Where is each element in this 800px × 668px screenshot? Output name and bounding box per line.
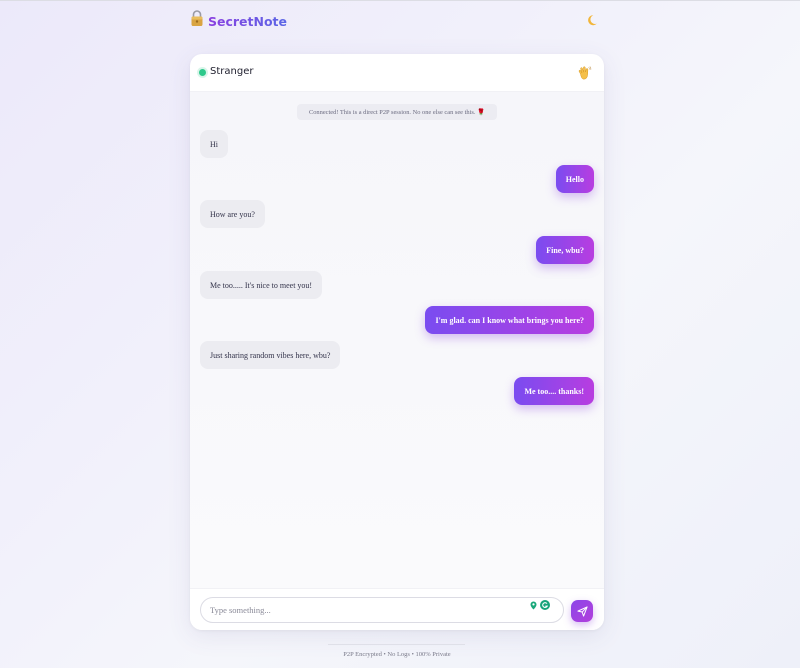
incoming-message: Just sharing random vibes here, wbu? xyxy=(200,341,341,369)
outgoing-message: Hello xyxy=(555,165,594,193)
chat-card: Stranger Connected! This is a direct P2P… xyxy=(190,54,604,630)
footer-tagline: P2P Encrypted • No Logs • 100% Private xyxy=(343,651,451,658)
outgoing-message: Fine, wbu? xyxy=(536,236,594,264)
message-composer xyxy=(190,588,604,630)
incoming-message: Hi xyxy=(200,130,228,158)
footer-divider xyxy=(328,644,465,645)
peer-name: Stranger xyxy=(210,66,254,77)
location-pin-icon[interactable] xyxy=(529,601,538,610)
brand-name: SecretNote xyxy=(208,14,288,29)
message-list[interactable]: Connected! This is a direct P2P session.… xyxy=(190,92,604,588)
moon-icon[interactable] xyxy=(587,13,601,27)
incoming-message: Me too..... It's nice to meet you! xyxy=(200,271,323,299)
outgoing-message: I'm glad. can I know what brings you her… xyxy=(425,306,594,334)
chat-header: Stranger xyxy=(190,54,604,92)
incoming-message: How are you? xyxy=(200,200,265,228)
grammar-check-icon[interactable] xyxy=(540,600,550,610)
message-input[interactable] xyxy=(210,598,520,622)
waving-hand-icon[interactable] xyxy=(576,65,592,81)
online-status-dot xyxy=(199,69,206,76)
outgoing-message: Me too.... thanks! xyxy=(514,377,594,405)
send-button[interactable] xyxy=(571,600,593,622)
system-connection-note: Connected! This is a direct P2P session.… xyxy=(297,104,497,120)
brand-logo[interactable]: SecretNote xyxy=(190,10,287,29)
lock-icon xyxy=(191,10,203,26)
send-icon xyxy=(576,605,588,617)
app-header: SecretNote xyxy=(0,0,800,40)
message-input-container xyxy=(200,597,564,623)
